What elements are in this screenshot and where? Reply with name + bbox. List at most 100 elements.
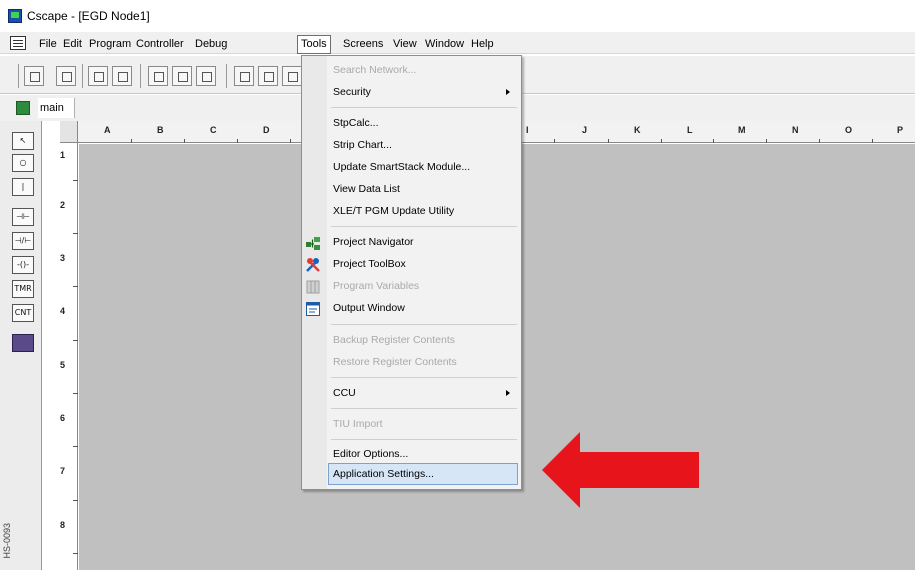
toolbar-register-icon[interactable] bbox=[148, 66, 168, 86]
menu-tools[interactable]: Tools bbox=[297, 35, 331, 54]
menu-item-search-network[interactable]: Search Network... bbox=[333, 61, 416, 79]
menu-edit[interactable]: Edit bbox=[60, 36, 85, 52]
column-label: K bbox=[634, 125, 641, 135]
toolbar-separator bbox=[226, 64, 227, 88]
row-label: 1 bbox=[60, 150, 66, 160]
toolbar-edit-icon[interactable] bbox=[56, 66, 76, 86]
nc-contact-tool-icon[interactable]: ⊣/⊢ bbox=[12, 232, 34, 250]
row-number-strip bbox=[42, 121, 78, 570]
menu-file[interactable]: File bbox=[36, 36, 60, 52]
menu-item-editor-options[interactable]: Editor Options... bbox=[333, 445, 408, 463]
toolbar-register-icon[interactable] bbox=[172, 66, 192, 86]
column-divider bbox=[713, 139, 714, 143]
column-divider bbox=[819, 139, 820, 143]
menu-item-ccu[interactable]: CCU bbox=[333, 384, 356, 402]
vertical-wire-tool-icon[interactable]: | bbox=[12, 178, 34, 196]
toolbar-grid-icon[interactable] bbox=[258, 66, 278, 86]
row-label: 3 bbox=[60, 253, 66, 263]
coil-tool-icon[interactable]: ○ bbox=[12, 154, 34, 172]
project-toolbox-icon bbox=[306, 258, 320, 272]
column-label: O bbox=[845, 125, 853, 135]
menu-item-program-variables[interactable]: Program Variables bbox=[333, 277, 419, 295]
menu-item-output-window[interactable]: Output Window bbox=[333, 299, 405, 317]
column-label: D bbox=[263, 125, 270, 135]
program-variables-icon bbox=[306, 280, 320, 294]
toolbar-grip bbox=[18, 64, 19, 88]
row-label: 7 bbox=[60, 466, 66, 476]
toolbar-window-icon[interactable] bbox=[282, 66, 302, 86]
row-label: 8 bbox=[60, 520, 66, 530]
row-divider bbox=[73, 233, 78, 234]
grid-corner bbox=[60, 121, 78, 143]
row-divider bbox=[73, 500, 78, 501]
project-navigator-icon bbox=[306, 237, 320, 250]
pointer-tool-icon[interactable]: ↖ bbox=[12, 132, 34, 150]
menu-item-xlet-pgm-update[interactable]: XLE/T PGM Update Utility bbox=[333, 202, 454, 220]
menu-item-project-toolbox[interactable]: Project ToolBox bbox=[333, 255, 406, 273]
column-label: I bbox=[526, 125, 529, 135]
toolbar-separator bbox=[82, 64, 83, 88]
menu-separator bbox=[331, 226, 517, 227]
menu-separator bbox=[331, 107, 517, 108]
toolbar-new-icon[interactable] bbox=[24, 66, 44, 86]
menu-separator bbox=[331, 408, 517, 409]
column-divider bbox=[237, 139, 238, 143]
column-label: B bbox=[157, 125, 164, 135]
row-divider bbox=[73, 340, 78, 341]
row-divider bbox=[73, 553, 78, 554]
column-divider bbox=[766, 139, 767, 143]
document-system-menu-icon[interactable] bbox=[10, 36, 26, 50]
tab-main[interactable]: main bbox=[38, 98, 75, 118]
output-coil-tool-icon[interactable]: -()- bbox=[12, 256, 34, 274]
contact-tool-icon[interactable]: ⊣⊢ bbox=[12, 208, 34, 226]
menu-view[interactable]: View bbox=[390, 36, 420, 52]
menu-item-restore-register-contents[interactable]: Restore Register Contents bbox=[333, 353, 457, 371]
toolbar-monitor-icon[interactable] bbox=[234, 66, 254, 86]
column-label: M bbox=[738, 125, 746, 135]
menu-item-tiu-import[interactable]: TIU Import bbox=[333, 415, 383, 433]
menu-help[interactable]: Help bbox=[468, 36, 497, 52]
menu-item-view-data-list[interactable]: View Data List bbox=[333, 180, 400, 198]
menu-item-backup-register-contents[interactable]: Backup Register Contents bbox=[333, 331, 455, 349]
submenu-arrow-icon bbox=[506, 89, 510, 95]
toolbar-register-icon[interactable] bbox=[196, 66, 216, 86]
menu-item-security[interactable]: Security bbox=[333, 83, 371, 101]
row-divider bbox=[73, 180, 78, 181]
menu-separator bbox=[331, 324, 517, 325]
menu-item-strip-chart[interactable]: Strip Chart... bbox=[333, 136, 392, 154]
menu-controller[interactable]: Controller bbox=[133, 36, 187, 52]
red-pointer-arrow-icon bbox=[542, 432, 699, 508]
column-divider bbox=[661, 139, 662, 143]
row-label: 2 bbox=[60, 200, 66, 210]
column-divider bbox=[290, 139, 291, 143]
column-label: J bbox=[582, 125, 588, 135]
counter-tool-icon[interactable]: CNT bbox=[12, 304, 34, 322]
menu-window[interactable]: Window bbox=[422, 36, 467, 52]
menu-item-stpcalc[interactable]: StpCalc... bbox=[333, 114, 379, 132]
output-window-icon bbox=[306, 302, 320, 316]
cscape-app-icon[interactable] bbox=[8, 9, 22, 23]
column-divider bbox=[872, 139, 873, 143]
column-label: A bbox=[104, 125, 111, 135]
row-divider bbox=[73, 393, 78, 394]
timer-tool-icon[interactable]: TMR bbox=[12, 280, 34, 298]
function-block-tool-icon[interactable] bbox=[12, 334, 34, 352]
row-label: 5 bbox=[60, 360, 66, 370]
toolbar-download-icon[interactable] bbox=[88, 66, 108, 86]
image-reference-text: HS-0093 bbox=[2, 523, 12, 559]
ladder-document-icon bbox=[16, 101, 30, 115]
row-divider bbox=[73, 286, 78, 287]
row-divider bbox=[73, 446, 78, 447]
column-divider bbox=[184, 139, 185, 143]
toolbar-upload-icon[interactable] bbox=[112, 66, 132, 86]
row-label: 6 bbox=[60, 413, 66, 423]
menu-debug[interactable]: Debug bbox=[192, 36, 230, 52]
menu-item-project-navigator[interactable]: Project Navigator bbox=[333, 233, 414, 251]
menu-program[interactable]: Program bbox=[86, 36, 134, 52]
menu-item-application-settings[interactable]: Application Settings... bbox=[333, 465, 434, 483]
window-title: Cscape - [EGD Node1] bbox=[27, 9, 150, 23]
column-divider bbox=[131, 139, 132, 143]
menu-item-update-smartstack[interactable]: Update SmartStack Module... bbox=[333, 158, 470, 176]
column-divider bbox=[608, 139, 609, 143]
menu-screens[interactable]: Screens bbox=[340, 36, 386, 52]
